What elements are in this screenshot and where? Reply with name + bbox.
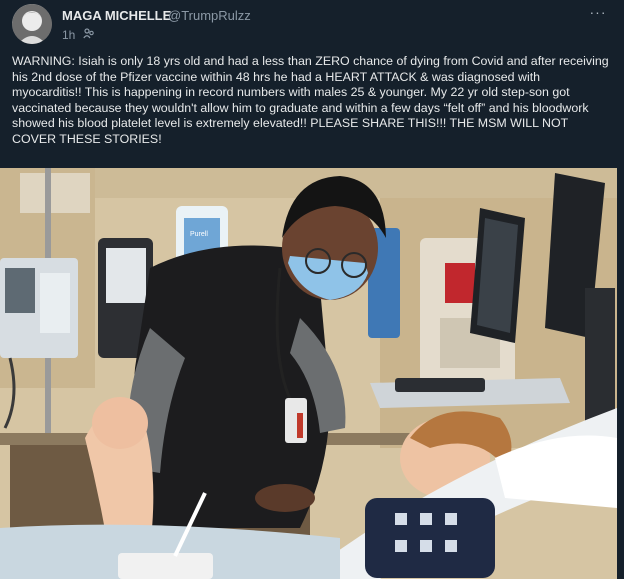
avatar-image [12,4,52,44]
more-options-button[interactable]: ··· [586,4,610,24]
post-time[interactable]: 1h [62,28,75,42]
post-photo[interactable]: Purell [0,168,617,579]
avatar[interactable] [12,4,52,44]
friends-icon [83,28,94,39]
post-header: MAGA MICHELLE @TrumpRulzz 1h ··· [0,0,624,50]
author-handle[interactable]: @TrumpRulzz [168,8,251,23]
dispenser-label: Purell [190,231,208,238]
post-text: WARNING: Isiah is only 18 yrs old and ha… [12,54,613,146]
hospital-photo: Purell [0,168,617,579]
author-name[interactable]: MAGA MICHELLE [62,8,171,23]
